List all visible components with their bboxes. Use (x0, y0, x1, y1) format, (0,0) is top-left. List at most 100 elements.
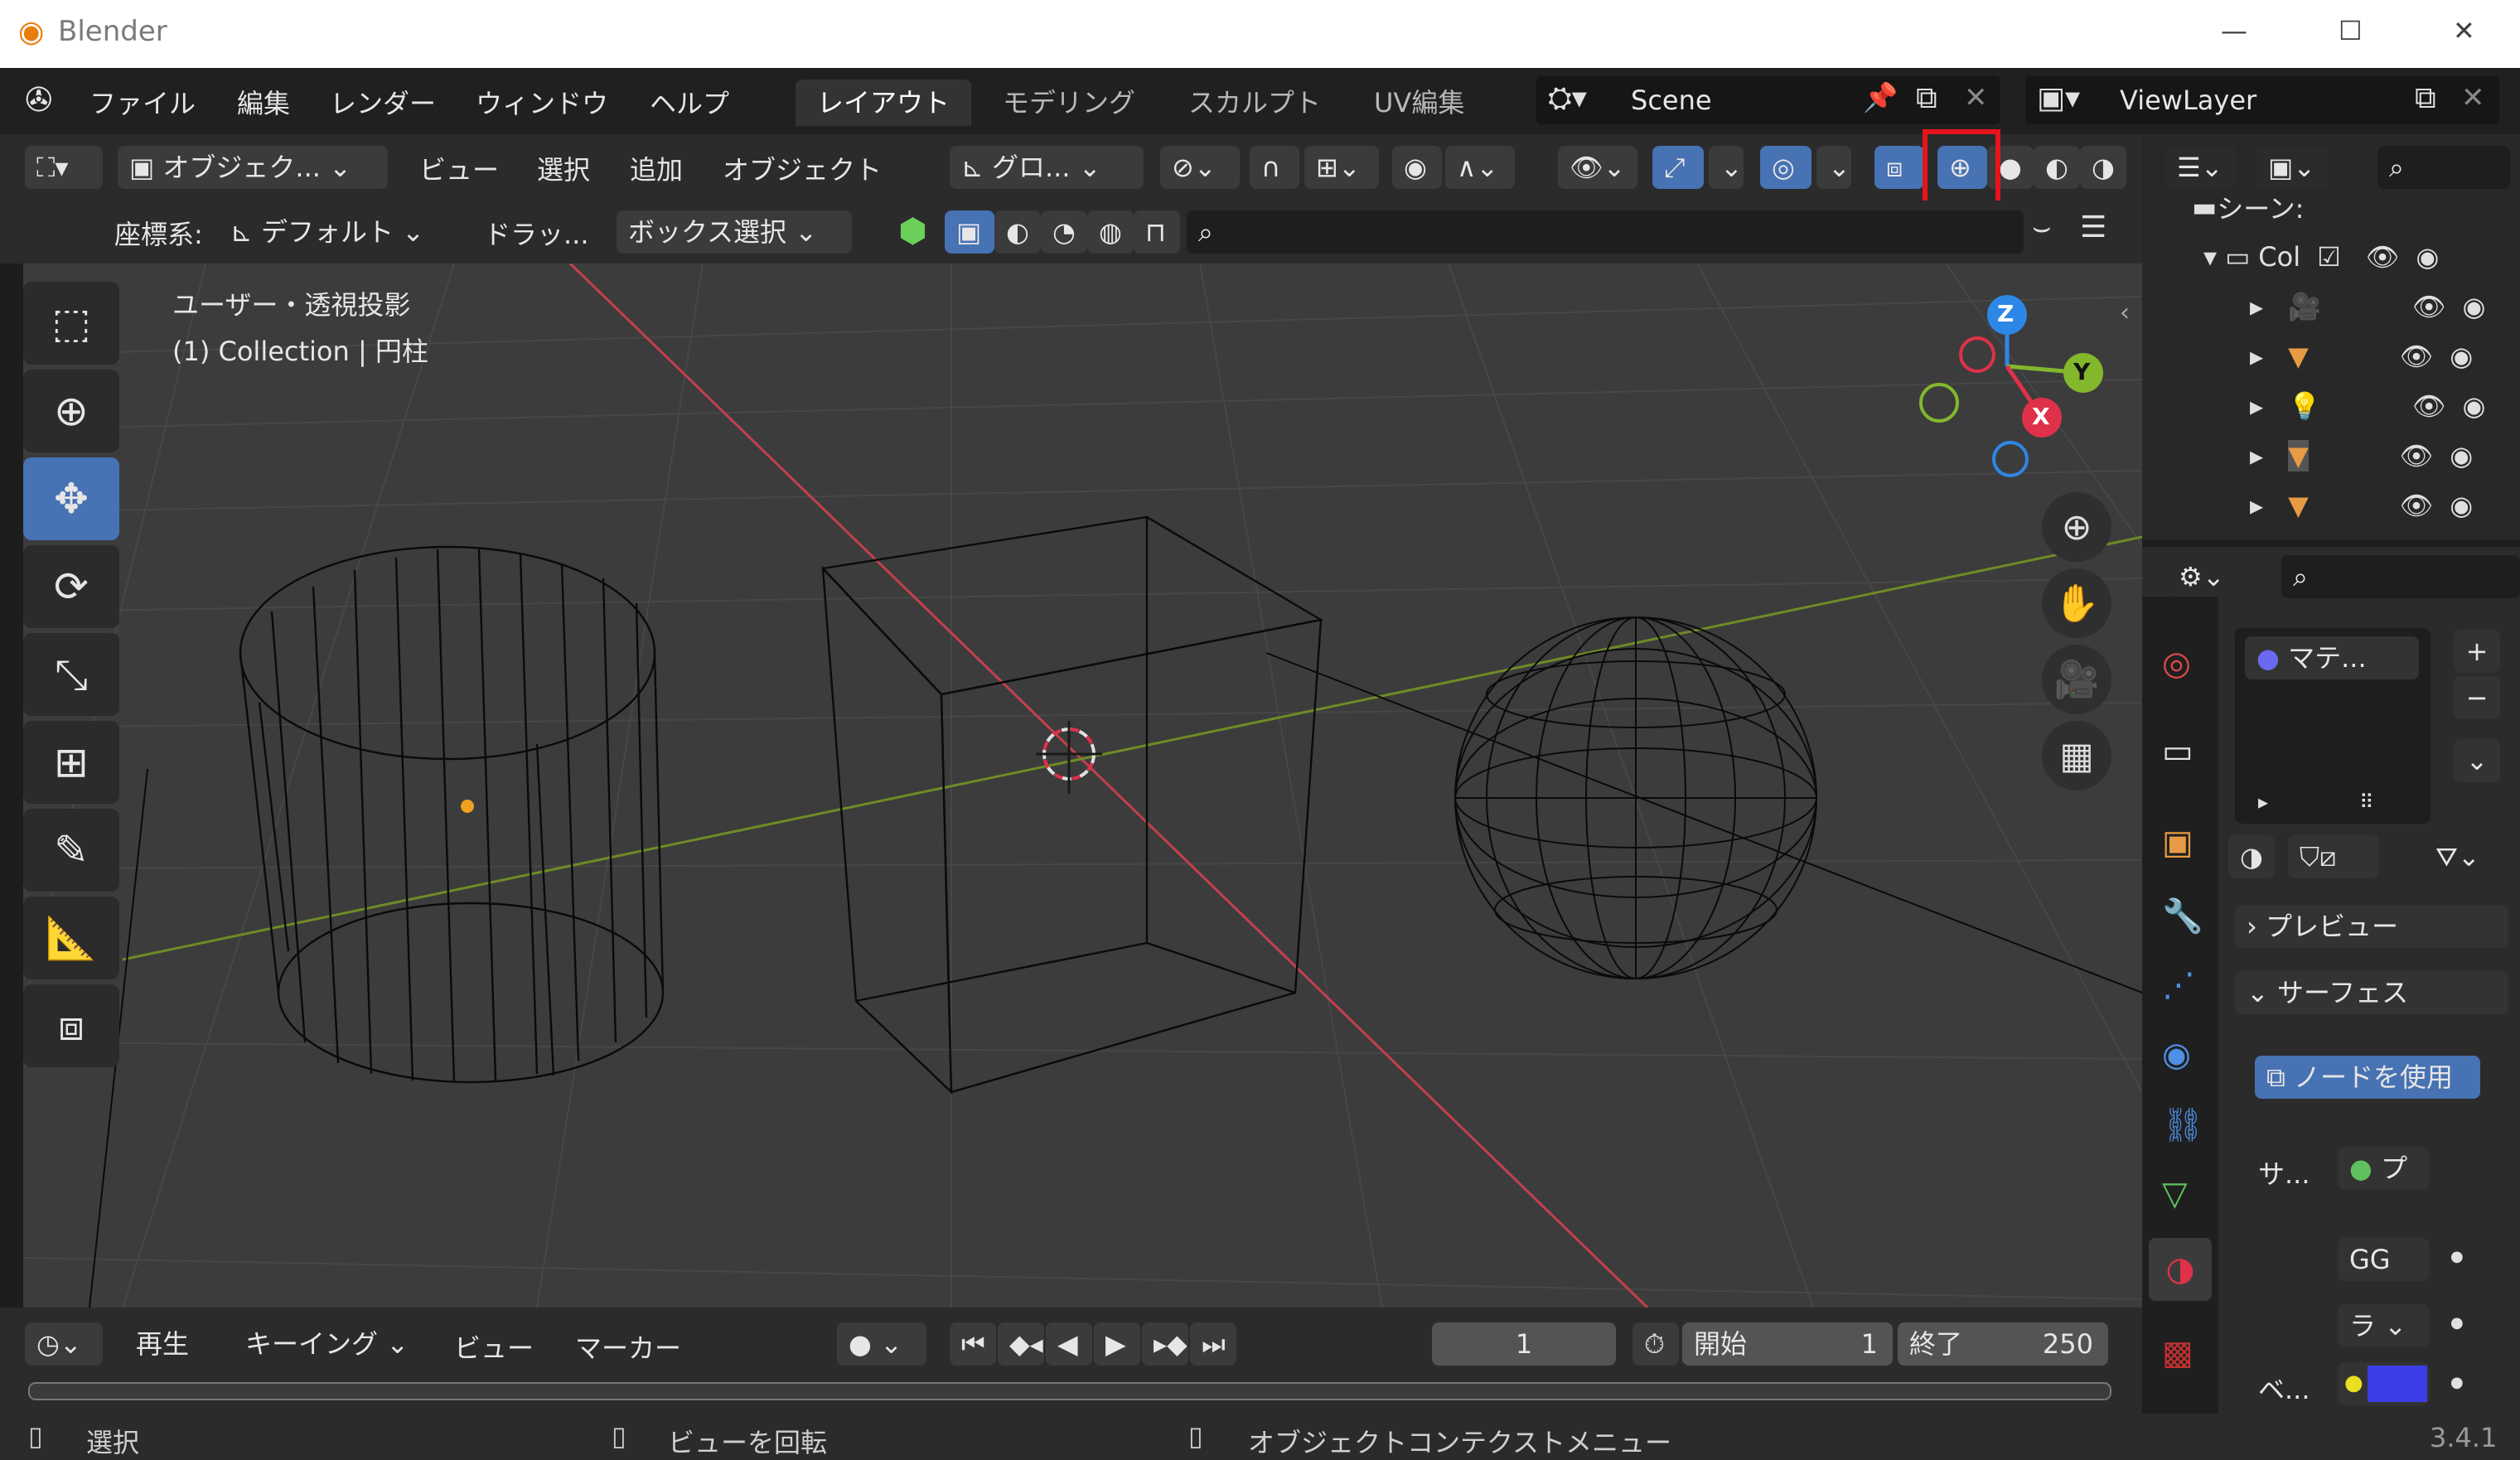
surface-shader-dropdown[interactable]: ● プ (2338, 1147, 2429, 1190)
mode-dropdown[interactable]: ▣ オブジェク... ⌄ (118, 146, 388, 189)
rotate-tool-icon[interactable]: ⟳ (23, 545, 119, 628)
expand-arrow-icon[interactable]: ▸ (2250, 291, 2263, 322)
view-layer-name[interactable]: ViewLayer (2120, 85, 2256, 116)
transform-tool-icon[interactable]: ⊞ (23, 721, 119, 804)
scene-selector[interactable]: ⛭▾ Scene 📌 ⧉ ✕ (1536, 76, 2000, 124)
distribution-dropdown[interactable]: GG ⌄ (2338, 1238, 2429, 1318)
timeline-editor-dropdown[interactable]: ◷⌄ (25, 1322, 103, 1366)
current-frame-field[interactable]: 1 (1432, 1322, 1616, 1366)
overlay-toggle[interactable]: ◎ (1760, 146, 1811, 189)
menu-select[interactable]: 選択 (537, 149, 590, 187)
drag-handle-icon[interactable]: ⠿ (2359, 790, 2374, 814)
outliner-item-camera[interactable]: ▸ 🎥 👁 ◉ (2250, 282, 2515, 331)
base-color-swatch[interactable]: ● (2338, 1362, 2429, 1405)
playback-dropdown[interactable]: 再生 ⌄ (124, 1322, 229, 1403)
tab-particles-icon[interactable]: ⋰ (2162, 966, 2195, 1004)
select-mode-extend[interactable]: ◐ (994, 210, 1041, 254)
menu-object[interactable]: オブジェクト (723, 149, 882, 187)
start-frame-field[interactable]: 開始 1 (1682, 1322, 1893, 1366)
render-icon[interactable]: ◉ (2463, 390, 2486, 422)
subsurface-method-dropdown[interactable]: ラ ⌄ (2338, 1304, 2429, 1347)
outliner-filter-dropdown[interactable]: ▣⌄ (2256, 146, 2328, 189)
outliner-item-cylinder[interactable]: ▸ ▼ 👁 ◉ (2250, 431, 2515, 481)
menu-edit[interactable]: 編集 (237, 83, 290, 121)
outliner-item-light[interactable]: ▸ 💡 👁 ◉ (2250, 381, 2515, 431)
tab-constraints-icon[interactable]: ⛓ (2162, 1105, 2204, 1144)
expand-arrow-icon[interactable]: ▾ (2203, 241, 2217, 273)
tab-modeling[interactable]: モデリング (981, 80, 1157, 126)
next-keyframe-button[interactable]: ▸◆ (1142, 1322, 1188, 1366)
add-slot-button[interactable]: + (2454, 630, 2500, 673)
tab-texture-icon[interactable]: ▩ (2162, 1334, 2194, 1372)
tab-physics-icon[interactable]: ◉ (2162, 1036, 2191, 1074)
material-slot-list[interactable]: ● マテ... ▸ ⠿ (2235, 628, 2431, 824)
3d-viewport[interactable]: Z Y X ユーザー・透視投影 (1) Collection | 円柱 ⊕ ✋ … (23, 263, 2142, 1308)
expand-arrow-icon[interactable]: ▸ (2250, 390, 2263, 422)
measure-tool-icon[interactable]: 📐 (23, 897, 119, 979)
zoom-icon[interactable]: ⊕ (2042, 492, 2111, 562)
menu-file[interactable]: ファイル (89, 83, 196, 121)
coordinate-dropdown[interactable]: ⊾ デフォルト ⌄ (219, 210, 461, 254)
snap-toggle[interactable]: ∩ (1250, 146, 1299, 189)
properties-search[interactable]: ⌕ (2281, 555, 2520, 598)
slot-specials-dropdown[interactable]: ⌄ (2454, 739, 2500, 782)
tab-sculpt[interactable]: スカルプト (1167, 80, 1342, 126)
select-mode-set[interactable]: ▣ (945, 210, 994, 254)
eye-icon[interactable]: 👁 (2400, 440, 2434, 471)
timeline-view-menu[interactable]: ビュー (454, 1327, 534, 1366)
eye-icon[interactable]: 👁 (2412, 291, 2446, 322)
prev-keyframe-button[interactable]: ◆◂ (998, 1322, 1044, 1366)
scene-name[interactable]: Scene (1631, 85, 1712, 116)
jump-start-button[interactable]: ⏮ (950, 1322, 996, 1366)
tab-material-icon[interactable]: ◑ (2149, 1238, 2212, 1301)
proportional-edit-toggle[interactable]: ◉ (1392, 146, 1442, 189)
material-slot[interactable]: ● マテ... (2245, 636, 2419, 679)
minimize-button[interactable]: — (2221, 15, 2247, 46)
tab-world-icon[interactable]: ◎ (2162, 645, 2191, 683)
new-view-layer-icon[interactable]: ⧉ (2415, 81, 2436, 116)
eye-icon[interactable]: 👁 (2400, 341, 2434, 372)
tab-uv-editing[interactable]: UV編集 (1352, 80, 1486, 126)
cursor-tool-icon[interactable]: ⊕ (23, 370, 119, 452)
outliner-search[interactable]: ⌕ (2377, 146, 2510, 189)
curve-icon[interactable]: ⌣ (2032, 210, 2052, 245)
select-box-tool-icon[interactable]: ⬚ (23, 282, 119, 365)
preview-range-toggle[interactable]: ⏱ (1632, 1322, 1679, 1366)
material-type-dropdown[interactable]: ⛛⌄ (2424, 835, 2507, 878)
view-layer-selector[interactable]: ▣▾ ViewLayer ⧉ ✕ (2025, 76, 2499, 124)
xray-toggle[interactable]: ⧈ (1874, 146, 1924, 189)
select-mode-intersect[interactable]: ⊓ (1134, 210, 1180, 254)
tab-object-icon[interactable]: ▣ (2162, 824, 2194, 862)
falloff-dropdown[interactable]: ∧⌄ (1445, 146, 1515, 189)
snap-target-dropdown[interactable]: ⊞⌄ (1304, 146, 1379, 189)
tab-collection-icon[interactable]: ▭ (2162, 732, 2194, 771)
outliner-item-sphere[interactable]: ▸ ▼ 👁 ◉ (2250, 481, 2515, 530)
render-icon[interactable]: ◉ (2450, 440, 2473, 471)
annotate-tool-icon[interactable]: ✎ (23, 809, 119, 892)
menu-render[interactable]: レンダー (330, 83, 436, 121)
use-nodes-button[interactable]: ⧉ ノードを使用 (2255, 1056, 2480, 1099)
eye-icon[interactable]: 👁 (2400, 490, 2434, 521)
remove-slot-button[interactable]: − (2454, 676, 2500, 719)
outliner-item-mesh[interactable]: ▸ ▼ 👁 ◉ (2250, 331, 2515, 381)
surface-panel-header[interactable]: ⌄ サーフェス (2235, 971, 2508, 1014)
expand-arrow-icon[interactable]: ▸ (2250, 490, 2263, 521)
properties-editor-dropdown[interactable]: ⚙⌄ (2167, 555, 2238, 598)
expand-arrow-icon[interactable]: ▸ (2250, 440, 2263, 471)
shading-rendered-button[interactable]: ◑ (2080, 146, 2126, 189)
blender-menu-icon[interactable]: ✇ (25, 81, 53, 119)
transform-orientation-dropdown[interactable]: ⊾ グロ... ⌄ (950, 146, 1144, 189)
menu-add[interactable]: 追加 (630, 149, 683, 187)
timeline-scrollbar[interactable] (28, 1382, 2111, 1400)
tab-modifier-icon[interactable]: 🔧 (2162, 897, 2203, 935)
select-mode-subtract[interactable]: ◔ (1041, 210, 1087, 254)
camera-view-icon[interactable]: 🎥 (2042, 645, 2111, 714)
material-browse-dropdown[interactable]: ◑ (2228, 835, 2275, 878)
move-tool-icon[interactable]: ✥ (23, 457, 119, 540)
color-wheel-icon[interactable]: ⬢ (898, 212, 927, 250)
menu-view[interactable]: ビュー (419, 149, 499, 187)
keying-dropdown[interactable]: キーイング ⌄ (234, 1322, 428, 1366)
viewport-search[interactable]: ⌕ (1187, 210, 2024, 254)
render-icon[interactable]: ◉ (2463, 291, 2486, 322)
sidebar-toggle-icon[interactable]: ‹ (2120, 298, 2130, 327)
